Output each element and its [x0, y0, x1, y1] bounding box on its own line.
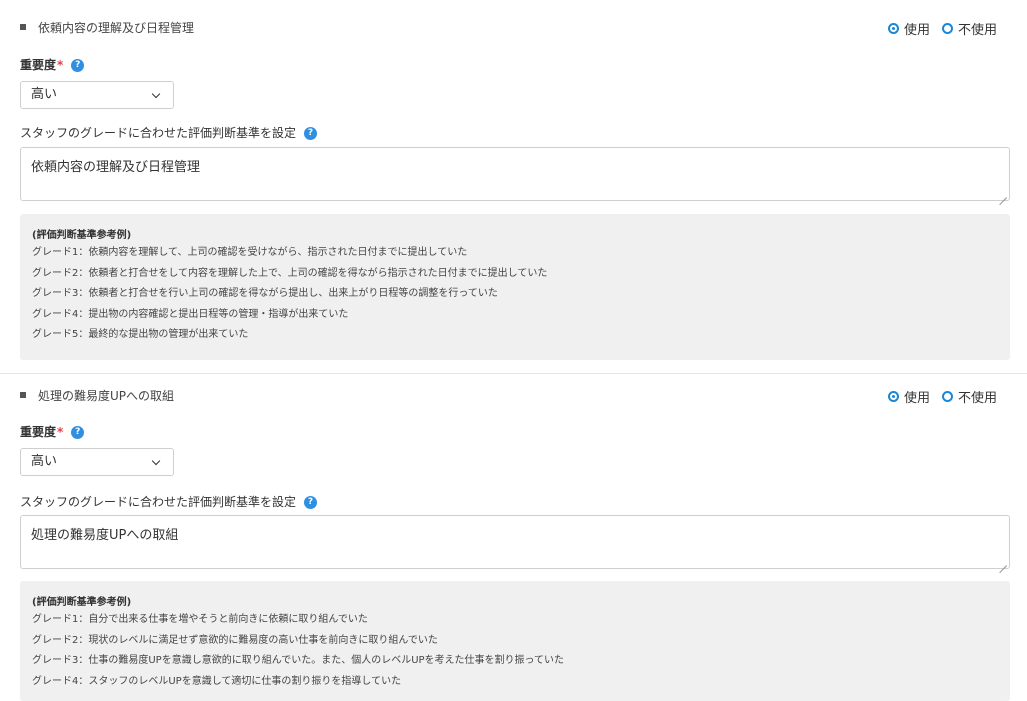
criteria-label: スタッフのグレードに合わせた評価判断基準を設定 ? [20, 125, 318, 141]
importance-label-text: 重要度 [20, 58, 57, 72]
criteria-textarea[interactable]: 処理の難易度UPへの取組 [20, 515, 1010, 569]
radio-checked-icon[interactable] [887, 22, 899, 34]
radio-use[interactable]: 使用 [887, 19, 930, 38]
radio-use-label: 使用 [903, 22, 930, 38]
reference-box: (評価判断基準参考例) グレード1：依頼内容を理解して、上司の確認を受けながら、… [20, 214, 1010, 360]
reference-line: グレード3：仕事の難易度UPを意識し意欲的に取り組んでいた。また、個人のレベルU… [32, 655, 565, 666]
square-bullet-icon [20, 392, 26, 398]
importance-select[interactable]: 高い [20, 81, 174, 109]
criteria-textarea-value: 処理の難易度UPへの取組 [31, 528, 179, 543]
usage-radio-group: 使用 不使用 [876, 18, 997, 38]
reference-line: グレード2：現状のレベルに満足せず意欲的に難易度の高い仕事を前向きに取り組んでい… [32, 634, 438, 646]
item-title: 依頼内容の理解及び日程管理 [38, 21, 195, 35]
radio-not-use-label: 不使用 [957, 390, 997, 406]
reference-line: グレード5：最終的な提出物の管理が出来ていた [32, 329, 249, 340]
importance-label: 重要度 * ? [20, 424, 85, 440]
item-title: 処理の難易度UPへの取組 [38, 389, 175, 403]
radio-checked-icon[interactable] [887, 390, 899, 402]
importance-select[interactable]: 高い [20, 448, 174, 476]
usage-radio-group: 使用 不使用 [876, 386, 997, 406]
radio-not-use[interactable]: 不使用 [941, 387, 997, 406]
radio-use[interactable]: 使用 [887, 387, 930, 406]
resize-handle-icon[interactable] [999, 190, 1007, 198]
evaluation-item-2: 処理の難易度UPへの取組 使用 不使用 重要度 * ? 高い スタッフのグレードに… [0, 373, 1027, 701]
help-icon[interactable]: ? [71, 425, 85, 439]
resize-handle-icon[interactable] [999, 558, 1007, 566]
radio-unchecked-icon[interactable] [941, 22, 953, 34]
importance-label-text: 重要度 [20, 425, 57, 439]
reference-line: グレード1：自分で出来る仕事を増やそうと前向きに依頼に取り組んでいた [32, 614, 368, 625]
reference-line: グレード3：依頼者と打合せを行い上司の確認を得ながら提出し、出来上がり日程等の調… [32, 288, 498, 299]
required-mark: * [57, 58, 64, 72]
chevron-down-icon [151, 89, 161, 99]
reference-line: グレード4：提出物の内容確認と提出日程等の管理・指導が出来ていた [32, 308, 349, 320]
square-bullet-icon [20, 24, 26, 30]
reference-title: (評価判断基準参考例) [32, 597, 132, 608]
reference-line: グレード1：依頼内容を理解して、上司の確認を受けながら、指示された日付までに提出… [32, 247, 468, 258]
help-icon[interactable]: ? [71, 58, 85, 72]
item-header: 処理の難易度UPへの取組 使用 不使用 [20, 386, 1007, 406]
radio-not-use-label: 不使用 [957, 22, 997, 38]
criteria-textarea-value: 依頼内容の理解及び日程管理 [31, 160, 201, 175]
criteria-label-text: スタッフのグレードに合わせた評価判断基準を設定 [20, 126, 297, 140]
criteria-label: スタッフのグレードに合わせた評価判断基準を設定 ? [20, 494, 318, 510]
criteria-label-text: スタッフのグレードに合わせた評価判断基準を設定 [20, 495, 297, 509]
help-icon[interactable]: ? [304, 495, 318, 509]
item-header: 依頼内容の理解及び日程管理 使用 不使用 [20, 18, 1007, 38]
radio-not-use[interactable]: 不使用 [941, 19, 997, 38]
reference-line: グレード4：スタッフのレベルUPを意識して適切に仕事の割り振りを指導していた [32, 675, 402, 687]
reference-line: グレード2：依頼者と打合せをして内容を理解した上で、上司の確認を得ながら指示され… [32, 267, 548, 279]
reference-box: (評価判断基準参考例) グレード1：自分で出来る仕事を増やそうと前向きに依頼に取… [20, 581, 1010, 701]
importance-select-value: 高い [31, 454, 58, 469]
reference-title: (評価判断基準参考例) [32, 230, 132, 241]
radio-unchecked-icon[interactable] [941, 390, 953, 402]
help-icon[interactable]: ? [304, 126, 318, 140]
importance-select-value: 高い [31, 87, 58, 102]
radio-use-label: 使用 [903, 390, 930, 406]
criteria-textarea[interactable]: 依頼内容の理解及び日程管理 [20, 147, 1010, 201]
importance-label: 重要度 * ? [20, 57, 85, 73]
required-mark: * [57, 425, 64, 439]
chevron-down-icon [151, 456, 161, 466]
